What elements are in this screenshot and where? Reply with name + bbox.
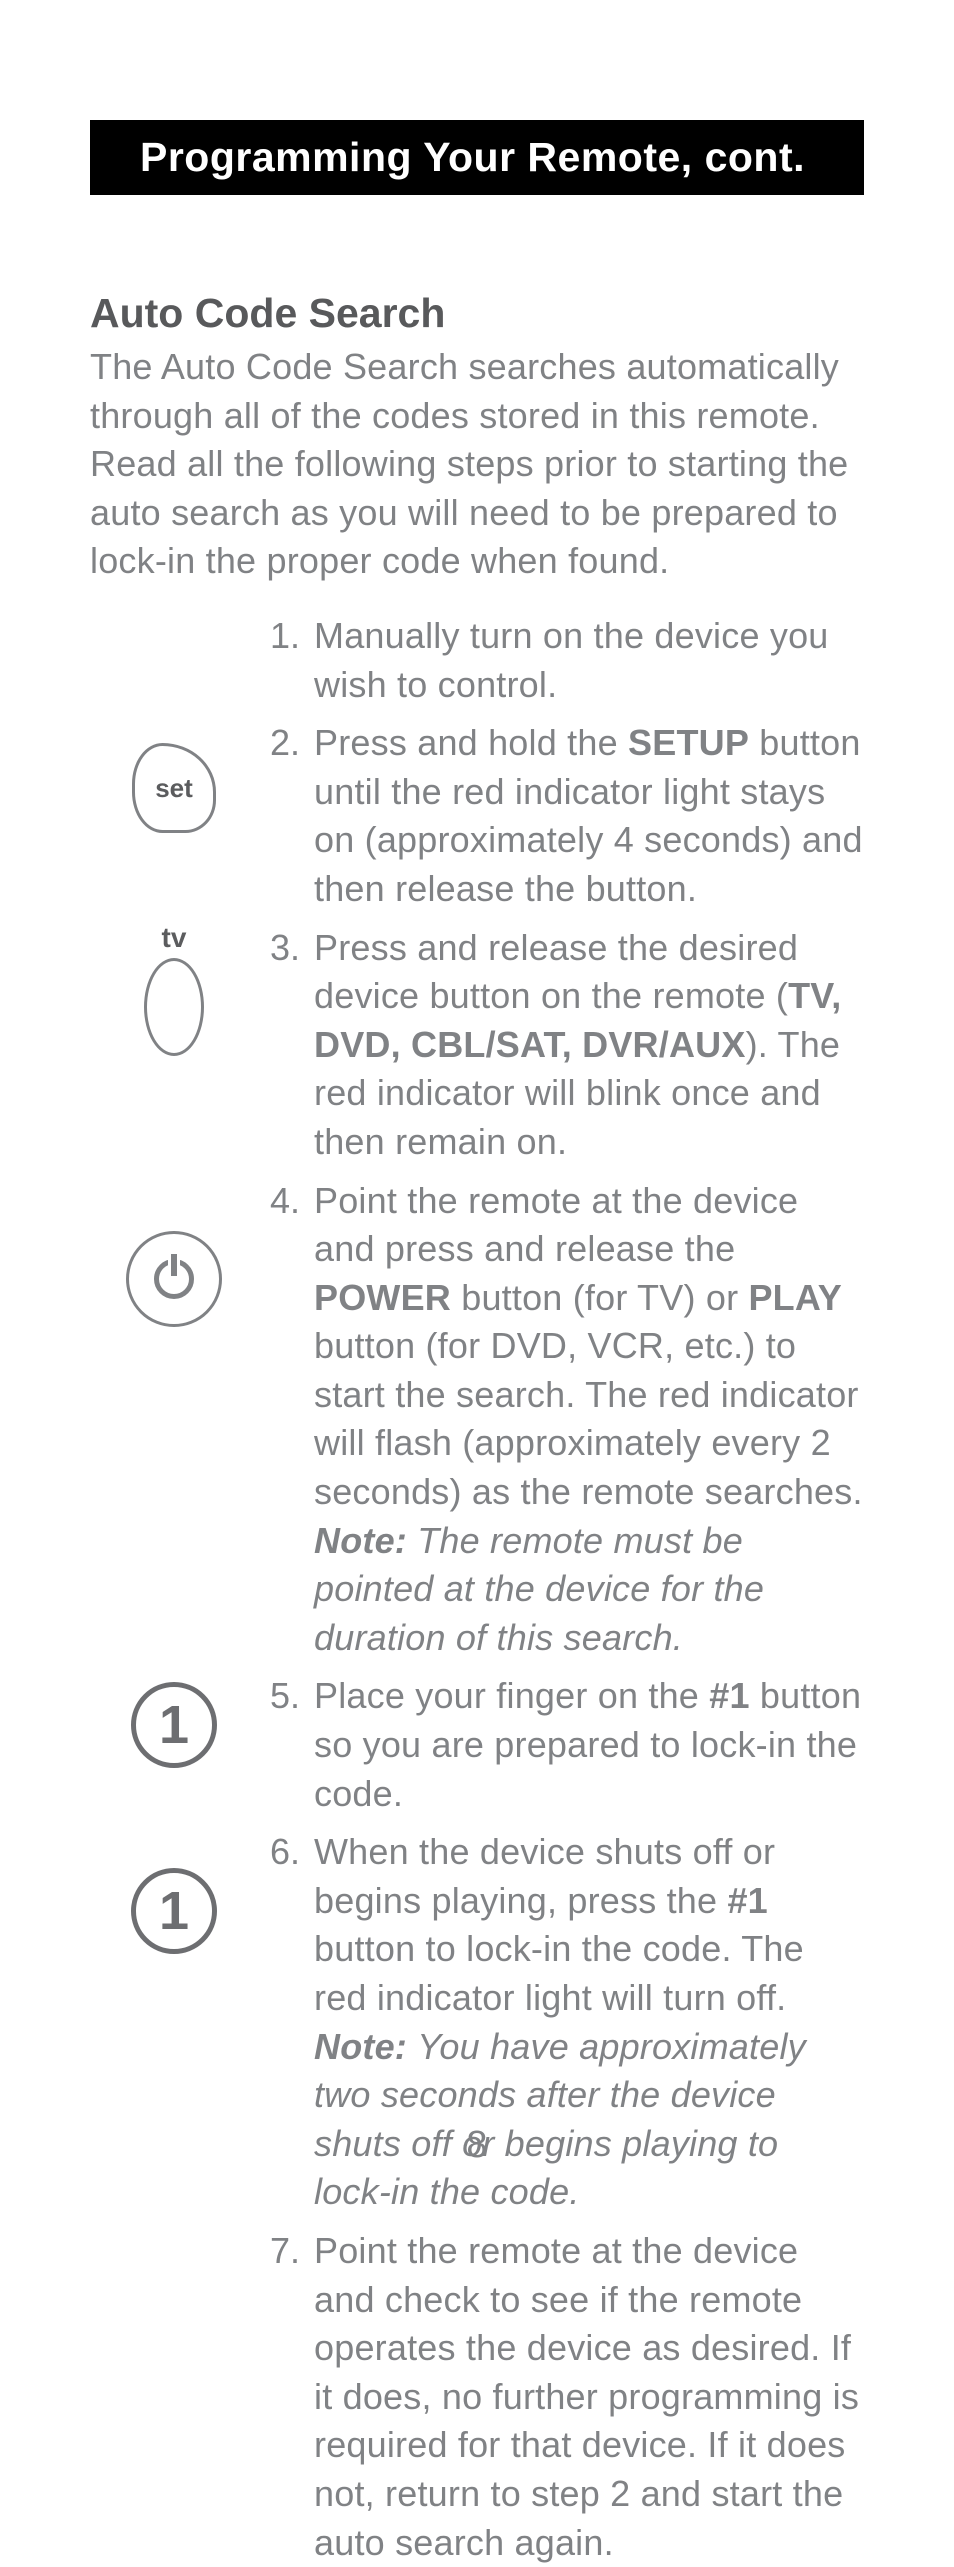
tv-button-icon: tv: [144, 922, 204, 1056]
step-number: 1.: [258, 612, 314, 661]
page-number: 8: [0, 2124, 954, 2167]
step-text: Press and hold the SETUP button until th…: [314, 719, 864, 913]
step-number: 2.: [258, 719, 314, 768]
oval-icon: [144, 958, 204, 1056]
list-item: set 2. Press and hold the SETUP button u…: [90, 719, 864, 913]
section-title: Auto Code Search: [90, 290, 864, 337]
step-number: 3.: [258, 924, 314, 973]
steps-list: 1. Manually turn on the device you wish …: [90, 612, 864, 2567]
list-item: tv 3. Press and release the desired devi…: [90, 924, 864, 1167]
list-item: 1 5. Place your finger on the #1 button …: [90, 1672, 864, 1818]
step-number: 7.: [258, 2227, 314, 2276]
section-intro: The Auto Code Search searches automatica…: [90, 343, 864, 586]
step-number: 6.: [258, 1828, 314, 1877]
step-text: Point the remote at the device and press…: [314, 1177, 864, 1663]
step-text: Manually turn on the device you wish to …: [314, 612, 864, 709]
step-text: Place your finger on the #1 button so yo…: [314, 1672, 864, 1818]
setup-button-icon: set: [132, 743, 216, 833]
power-icon: [154, 1259, 194, 1299]
page-banner: Programming Your Remote, cont.: [90, 120, 864, 195]
number-one-button-icon: 1: [131, 1868, 217, 1954]
list-item: 1. Manually turn on the device you wish …: [90, 612, 864, 709]
number-one-button-icon: 1: [131, 1682, 217, 1768]
tv-icon-label: tv: [162, 922, 187, 954]
step-text: Point the remote at the device and check…: [314, 2227, 864, 2567]
step-text: Press and release the desired device but…: [314, 924, 864, 1167]
power-button-icon: [126, 1231, 222, 1327]
step-number: 4.: [258, 1177, 314, 1226]
list-item: 7. Point the remote at the device and ch…: [90, 2227, 864, 2567]
step-number: 5.: [258, 1672, 314, 1721]
list-item: 4. Point the remote at the device and pr…: [90, 1177, 864, 1663]
